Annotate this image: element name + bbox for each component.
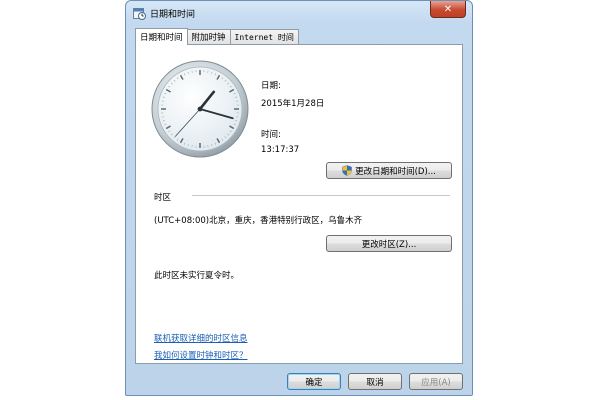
change-timezone-button[interactable]: 更改时区(Z)... — [326, 235, 452, 252]
time-label: 时间: — [261, 130, 281, 140]
ok-label: 确定 — [305, 377, 323, 388]
title-bar[interactable]: 日期和时间 ✕ — [126, 1, 472, 25]
change-date-time-button[interactable]: 更改日期和时间(D)... — [326, 162, 452, 179]
cancel-label: 取消 — [366, 377, 384, 388]
window-title: 日期和时间 — [150, 10, 196, 20]
tab-additional-clocks[interactable]: 附加时钟 — [186, 29, 231, 44]
tab-panel: 日期: 2015年1月28日 时间: 13:17:37 更改日期和时间(D)..… — [135, 44, 463, 364]
change-date-time-label: 更改日期和时间(D)... — [355, 166, 436, 177]
timezone-divider — [192, 195, 450, 196]
close-icon: ✕ — [443, 3, 453, 15]
cancel-button[interactable]: 取消 — [348, 373, 402, 390]
timezone-value: (UTC+08:00)北京，重庆，香港特别行政区，乌鲁木齐 — [154, 216, 363, 226]
tab-internet-time[interactable]: Internet 时间 — [229, 29, 299, 44]
ok-button[interactable]: 确定 — [287, 373, 341, 390]
how-to-set-clock-link[interactable]: 我如何设置时钟和时区？ — [154, 349, 248, 361]
date-value: 2015年1月28日 — [261, 99, 325, 109]
tab-date-time[interactable]: 日期和时间 — [135, 28, 188, 45]
timezone-section-label: 时区 — [154, 193, 172, 203]
tab-strip: 日期和时间 附加时钟 Internet 时间 — [135, 28, 299, 45]
date-time-dialog: 日期和时间 ✕ 日期和时间 附加时钟 Internet 时间 日期: 2015年… — [125, 0, 473, 396]
uac-shield-icon — [342, 165, 352, 176]
online-timezone-info-link[interactable]: 联机获取详细的时区信息 — [154, 332, 248, 344]
change-timezone-label: 更改时区(Z)... — [361, 239, 417, 250]
date-label: 日期: — [261, 81, 281, 91]
apply-label: 应用(A) — [421, 377, 451, 388]
analog-clock — [151, 60, 249, 158]
apply-button[interactable]: 应用(A) — [409, 373, 463, 390]
calendar-clock-icon — [133, 8, 146, 20]
close-button[interactable]: ✕ — [430, 1, 466, 18]
dst-note: 此时区未实行夏令时。 — [154, 271, 240, 281]
time-value: 13:17:37 — [261, 145, 300, 155]
